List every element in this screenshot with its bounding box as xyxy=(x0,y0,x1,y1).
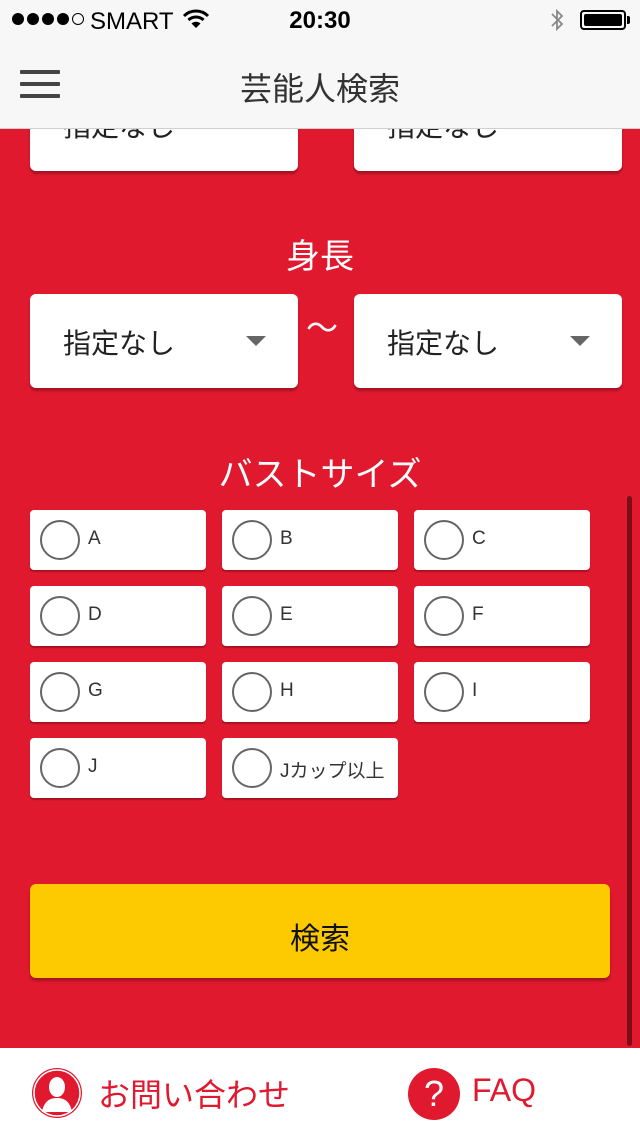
radio-circle-icon[interactable] xyxy=(424,672,464,712)
bust-option-label: D xyxy=(88,604,102,625)
bust-option-j-plus[interactable]: Jカップ以上 xyxy=(222,738,398,798)
radio-circle-icon[interactable] xyxy=(232,520,272,560)
bust-option-a[interactable]: A xyxy=(30,510,206,570)
bust-option-label: H xyxy=(280,680,294,701)
radio-circle-icon[interactable] xyxy=(232,672,272,712)
range-separator: 〜 xyxy=(306,309,339,347)
radio-circle-icon[interactable] xyxy=(232,748,272,788)
radio-circle-icon[interactable] xyxy=(424,520,464,560)
radio-circle-icon[interactable] xyxy=(232,596,272,636)
scrollbar[interactable] xyxy=(627,496,632,1046)
faq-link[interactable]: FAQ xyxy=(472,1072,536,1109)
person-icon[interactable] xyxy=(32,1068,82,1118)
chevron-down-icon xyxy=(246,336,266,346)
bust-option-i[interactable]: I xyxy=(414,662,590,722)
status-bar: SMART 20:30 xyxy=(0,0,640,40)
bust-option-label: I xyxy=(472,680,478,701)
footer-bar: お問い合わせ ? FAQ xyxy=(0,1048,640,1136)
radio-circle-icon[interactable] xyxy=(40,596,80,636)
bust-option-g[interactable]: G xyxy=(30,662,206,722)
bust-option-label: Jカップ以上 xyxy=(280,761,385,782)
search-button-label: 検索 xyxy=(290,922,350,957)
page-title: 芸能人検索 xyxy=(239,70,400,108)
bust-option-d[interactable]: D xyxy=(30,586,206,646)
height-max-select[interactable]: 指定なし xyxy=(354,294,622,388)
bust-option-label: E xyxy=(280,604,293,625)
search-form[interactable]: 指定なし 指定なし 身長 指定なし 〜 指定なし バストサイズ A B C D … xyxy=(0,129,640,1047)
bust-option-label: J xyxy=(88,756,98,777)
question-mark-icon[interactable]: ? xyxy=(408,1068,460,1120)
bust-option-label: B xyxy=(280,528,293,549)
battery-tip xyxy=(627,16,630,24)
chevron-down-icon xyxy=(570,336,590,346)
radio-circle-icon[interactable] xyxy=(424,596,464,636)
radio-circle-icon[interactable] xyxy=(40,672,80,712)
height-max-value: 指定なし xyxy=(387,327,500,360)
radio-circle-icon[interactable] xyxy=(40,748,80,788)
battery-icon xyxy=(580,10,626,30)
bust-option-h[interactable]: H xyxy=(222,662,398,722)
height-title: 身長 xyxy=(286,237,354,277)
bust-option-label: G xyxy=(88,680,103,701)
navigation-bar: 芸能人検索 xyxy=(0,40,640,129)
height-min-value: 指定なし xyxy=(63,327,176,360)
bluetooth-icon xyxy=(549,8,565,38)
age-max-select[interactable]: 指定なし xyxy=(354,129,622,171)
bust-option-f[interactable]: F xyxy=(414,586,590,646)
bust-option-c[interactable]: C xyxy=(414,510,590,570)
bust-option-label: A xyxy=(88,528,101,549)
search-button[interactable]: 検索 xyxy=(30,884,610,978)
age-min-value: 指定なし xyxy=(63,129,175,145)
bust-size-title: バストサイズ xyxy=(218,455,422,495)
contact-link[interactable]: お問い合わせ xyxy=(98,1070,290,1116)
bust-option-b[interactable]: B xyxy=(222,510,398,570)
radio-circle-icon[interactable] xyxy=(40,520,80,560)
status-time: 20:30 xyxy=(289,7,351,34)
bust-option-j[interactable]: J xyxy=(30,738,206,798)
age-min-select[interactable]: 指定なし xyxy=(30,129,298,171)
bust-option-e[interactable]: E xyxy=(222,586,398,646)
bust-option-label: C xyxy=(472,528,486,549)
age-max-value: 指定なし xyxy=(387,129,499,145)
bust-option-label: F xyxy=(472,604,484,625)
height-min-select[interactable]: 指定なし xyxy=(30,294,298,388)
